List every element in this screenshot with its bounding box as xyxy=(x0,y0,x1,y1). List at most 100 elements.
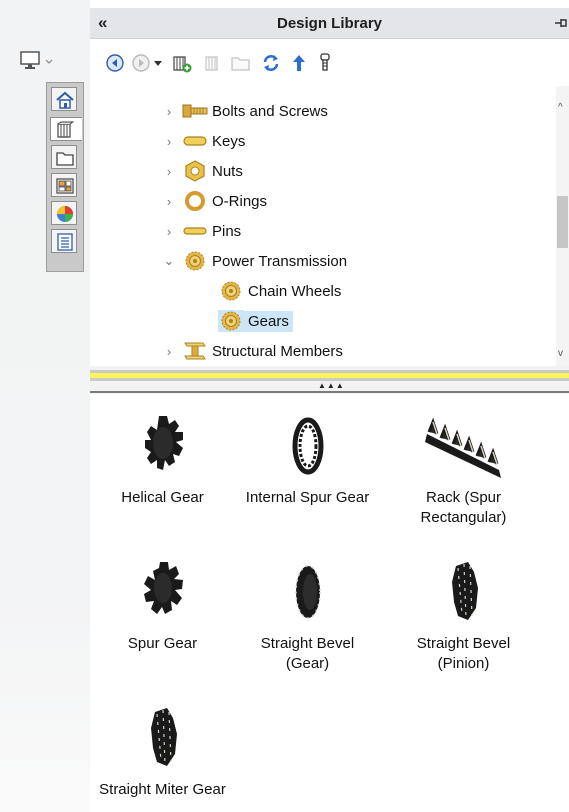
bevel-pinion-icon xyxy=(451,562,478,620)
view-palette-icon xyxy=(56,178,74,194)
pins-icon xyxy=(183,227,207,235)
refresh-button[interactable] xyxy=(260,52,282,74)
expand-chevron-icon[interactable]: › xyxy=(162,134,176,149)
home-tab[interactable] xyxy=(51,87,77,111)
up-folder-button[interactable] xyxy=(288,52,310,74)
bolts-icon xyxy=(182,104,208,118)
tree-item-label: Gears xyxy=(244,310,293,332)
item-label: Internal Spur Gear xyxy=(245,489,370,506)
left-strip xyxy=(0,0,90,812)
item-label: Straight Bevel (Gear) xyxy=(260,635,355,672)
design-library-tab[interactable] xyxy=(50,117,82,141)
create-new-folder-icon xyxy=(231,57,250,71)
display-monitor-icon[interactable] xyxy=(20,50,54,72)
tree-item-label: Keys xyxy=(212,132,246,150)
scroll-up-icon[interactable]: ^ xyxy=(558,102,563,113)
appearances-tab[interactable] xyxy=(51,201,77,225)
design-library-icon xyxy=(57,121,74,138)
file-explorer-tab[interactable] xyxy=(51,145,77,169)
library-item-internal-spur-gear[interactable]: Internal Spur Gear xyxy=(240,412,375,508)
back-icon xyxy=(106,54,124,72)
file-explorer-icon xyxy=(56,152,74,166)
tree-item-power-transmission[interactable]: ⌄ Power Transmission xyxy=(162,246,347,276)
item-label: Straight Bevel (Pinion) xyxy=(416,635,511,672)
tree-item-structural-members[interactable]: › Structural Members xyxy=(162,336,343,366)
toolbox-button[interactable] xyxy=(314,52,336,74)
keys-icon xyxy=(183,136,207,146)
nuts-icon xyxy=(185,160,205,182)
item-label: Rack (Spur Rectangular) xyxy=(420,489,507,526)
pane-splitter[interactable]: ▲▲▲ xyxy=(90,366,569,394)
gear-folder-icon xyxy=(218,310,244,332)
tree-item-gears[interactable]: Gears xyxy=(212,306,293,336)
back-button[interactable] xyxy=(104,52,126,74)
splitter-grip-icon[interactable]: ▲▲▲ xyxy=(318,381,345,390)
library-item-straight-bevel-pinion[interactable]: Straight Bevel (Pinion) xyxy=(396,558,531,674)
expand-chevron-icon[interactable]: › xyxy=(162,224,176,239)
custom-properties-icon xyxy=(57,233,73,251)
library-item-helical-gear[interactable]: Helical Gear xyxy=(95,412,230,508)
tree-item-label: O-Rings xyxy=(212,192,268,210)
library-tree: › Bolts and Screws › Keys › Nuts › O-Rin… xyxy=(90,86,569,366)
gear-folder-icon xyxy=(221,281,241,301)
miter-gear-icon xyxy=(150,708,177,766)
gear-folder-icon xyxy=(185,251,205,271)
add-to-library-button[interactable] xyxy=(170,52,192,74)
bevel-gear-icon xyxy=(294,565,321,619)
view-palette-tab[interactable] xyxy=(51,173,77,197)
expand-chevron-icon[interactable]: › xyxy=(162,164,176,179)
pin-icon[interactable] xyxy=(555,16,569,30)
collapse-chevron-icon[interactable]: ⌄ xyxy=(162,253,176,269)
tree-item-o-rings[interactable]: › O-Rings xyxy=(162,186,267,216)
library-item-straight-miter-gear[interactable]: Straight Miter Gear xyxy=(95,704,230,800)
home-icon xyxy=(56,91,74,109)
tree-item-keys[interactable]: › Keys xyxy=(162,126,246,156)
forward-icon xyxy=(132,54,150,72)
tree-item-label: Power Transmission xyxy=(212,252,348,270)
tree-item-label: Bolts and Screws xyxy=(212,102,328,120)
library-item-rack[interactable]: Rack (Spur Rectangular) xyxy=(396,412,531,528)
history-dropdown[interactable] xyxy=(152,52,164,74)
expand-chevron-icon[interactable]: › xyxy=(162,344,176,359)
beam-icon xyxy=(184,342,206,360)
tree-item-label: Chain Wheels xyxy=(248,282,342,300)
task-pane-tabs xyxy=(46,82,84,272)
tree-scrollbar[interactable]: ^ v xyxy=(556,86,569,366)
design-library-toolbar xyxy=(90,40,569,84)
tree-item-bolts-and-screws[interactable]: › Bolts and Screws xyxy=(162,96,328,126)
tree-item-label: Nuts xyxy=(212,162,243,180)
orings-icon xyxy=(185,191,205,211)
scroll-down-icon[interactable]: v xyxy=(558,348,563,359)
forward-button[interactable] xyxy=(130,52,152,74)
library-items-grid: Helical Gear Internal Spur Gear Rack (Sp… xyxy=(90,394,569,812)
panel-title: Design Library xyxy=(276,15,383,32)
dropdown-arrow-icon xyxy=(154,61,162,66)
add-file-location-button[interactable] xyxy=(202,52,224,74)
library-item-straight-bevel-gear[interactable]: Straight Bevel (Gear) xyxy=(240,558,375,674)
create-new-folder-button[interactable] xyxy=(230,52,252,74)
up-folder-icon xyxy=(293,55,305,71)
item-label: Spur Gear xyxy=(127,635,198,652)
add-to-library-icon xyxy=(173,56,192,73)
scroll-thumb[interactable] xyxy=(557,196,568,248)
tree-item-nuts[interactable]: › Nuts xyxy=(162,156,243,186)
appearances-icon xyxy=(57,206,73,222)
item-label: Straight Miter Gear xyxy=(99,781,226,798)
item-label: Helical Gear xyxy=(121,489,204,506)
internal-spur-gear-icon xyxy=(292,417,323,475)
panel-title-bar: « Design Library xyxy=(90,8,569,39)
add-file-location-icon xyxy=(205,56,218,71)
toolbox-icon xyxy=(320,53,330,71)
expand-chevron-icon[interactable]: › xyxy=(162,104,176,119)
refresh-icon xyxy=(263,55,279,71)
tree-item-label: Structural Members xyxy=(212,342,343,360)
library-item-spur-gear[interactable]: Spur Gear xyxy=(95,558,230,654)
tree-item-chain-wheels[interactable]: Chain Wheels xyxy=(212,276,341,306)
splitter-line xyxy=(90,391,569,393)
tree-item-label: Pins xyxy=(212,222,242,240)
spur-gear-icon xyxy=(143,562,183,614)
tree-item-pins[interactable]: › Pins xyxy=(162,216,241,246)
custom-properties-tab[interactable] xyxy=(51,229,77,253)
helical-gear-icon xyxy=(144,416,183,470)
expand-chevron-icon[interactable]: › xyxy=(162,194,176,209)
